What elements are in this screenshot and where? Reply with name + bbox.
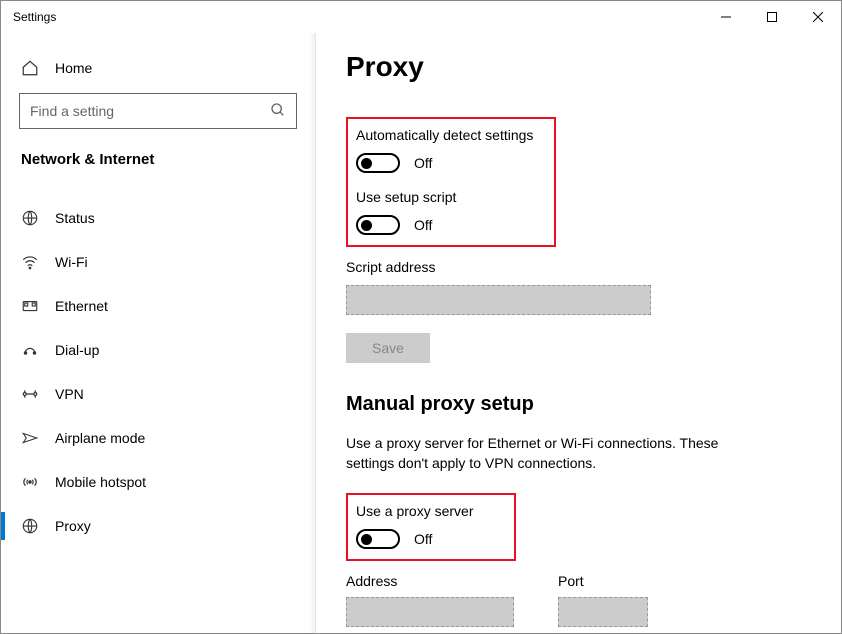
- address-input: [346, 597, 514, 627]
- titlebar: Settings: [1, 1, 841, 33]
- nav-item-proxy[interactable]: Proxy: [1, 504, 315, 548]
- save-button: Save: [346, 333, 430, 363]
- home-nav[interactable]: Home: [1, 49, 315, 87]
- auto-proxy-highlight: Automatically detect settings Off Use se…: [346, 117, 556, 247]
- auto-detect-state: Off: [414, 155, 432, 171]
- use-proxy-label: Use a proxy server: [356, 503, 504, 519]
- vpn-icon: [21, 385, 39, 403]
- window-controls: [703, 1, 841, 33]
- nav-item-wifi[interactable]: Wi-Fi: [1, 240, 315, 284]
- status-icon: [21, 209, 39, 227]
- nav-label: Ethernet: [55, 298, 108, 314]
- hotspot-icon: [21, 473, 39, 491]
- page-title: Proxy: [346, 51, 811, 83]
- search-icon: [270, 102, 286, 121]
- port-input: [558, 597, 648, 627]
- auto-detect-toggle[interactable]: [356, 153, 400, 173]
- section-header: Network & Internet: [1, 151, 315, 168]
- minimize-button[interactable]: [703, 1, 749, 33]
- ethernet-icon: [21, 297, 39, 315]
- use-proxy-highlight: Use a proxy server Off: [346, 493, 516, 561]
- nav-label: Status: [55, 210, 95, 226]
- dialup-icon: [21, 341, 39, 359]
- window-title: Settings: [13, 10, 703, 24]
- nav-label: Mobile hotspot: [55, 474, 146, 490]
- search-input[interactable]: [30, 103, 230, 119]
- proxy-icon: [21, 517, 39, 535]
- nav-item-hotspot[interactable]: Mobile hotspot: [1, 460, 315, 504]
- script-address-label: Script address: [346, 259, 811, 275]
- nav-label: Dial-up: [55, 342, 99, 358]
- use-proxy-toggle[interactable]: [356, 529, 400, 549]
- home-icon: [21, 59, 39, 77]
- nav-item-airplane[interactable]: Airplane mode: [1, 416, 315, 460]
- use-proxy-state: Off: [414, 531, 432, 547]
- use-script-label: Use setup script: [356, 189, 544, 205]
- airplane-icon: [21, 429, 39, 447]
- script-address-input: [346, 285, 651, 315]
- sidebar: Home Network & Internet Status Wi-Fi Eth…: [1, 33, 316, 633]
- auto-detect-label: Automatically detect settings: [356, 127, 544, 143]
- use-script-state: Off: [414, 217, 432, 233]
- port-label: Port: [558, 573, 648, 589]
- address-label: Address: [346, 573, 514, 589]
- close-button[interactable]: [795, 1, 841, 33]
- manual-description: Use a proxy server for Ethernet or Wi-Fi…: [346, 434, 766, 473]
- nav-item-ethernet[interactable]: Ethernet: [1, 284, 315, 328]
- maximize-button[interactable]: [749, 1, 795, 33]
- nav-label: Wi-Fi: [55, 254, 88, 270]
- nav-item-dialup[interactable]: Dial-up: [1, 328, 315, 372]
- main-content: Proxy Automatically detect settings Off …: [316, 33, 841, 633]
- nav-item-vpn[interactable]: VPN: [1, 372, 315, 416]
- home-label: Home: [55, 60, 92, 76]
- nav-label: Airplane mode: [55, 430, 145, 446]
- nav-label: VPN: [55, 386, 84, 402]
- use-script-toggle[interactable]: [356, 215, 400, 235]
- nav-item-status[interactable]: Status: [1, 196, 315, 240]
- search-box[interactable]: [19, 93, 297, 129]
- manual-heading: Manual proxy setup: [346, 393, 811, 416]
- wifi-icon: [21, 253, 39, 271]
- nav-label: Proxy: [55, 518, 91, 534]
